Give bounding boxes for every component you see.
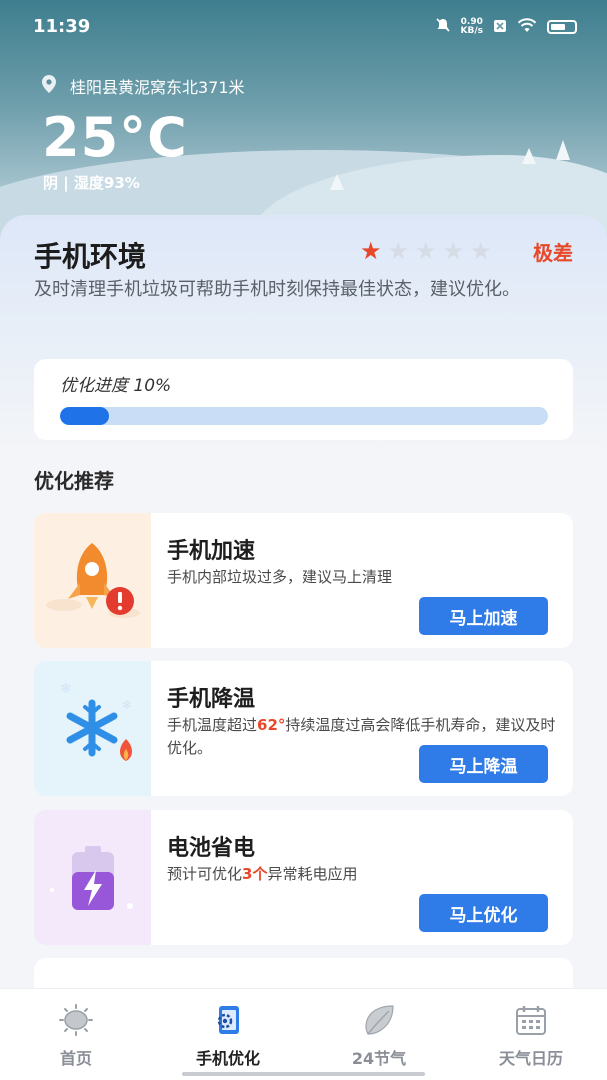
home-indicator[interactable] (182, 1072, 425, 1076)
card-battery[interactable]: 电池省电 预计可优化3个异常耗电应用 马上优化 (34, 810, 573, 945)
star-icon: ★ (360, 237, 382, 265)
nav-item-home[interactable]: 首页 (21, 1003, 131, 1069)
nav-label: 24节气 (351, 1049, 407, 1068)
battery-icon (547, 20, 577, 34)
location-text: 桂阳县黄泥窝东北371米 (70, 78, 245, 97)
nav-label: 首页 (59, 1049, 92, 1068)
card-desc-prefix: 预计可优化 (167, 865, 243, 883)
wifi-icon (517, 17, 537, 37)
rating-stars: ★ ★ ★ ★ ★ (360, 239, 492, 263)
card-speedup[interactable]: 手机加速 手机内部垃圾过多，建议马上清理 马上加速 (34, 513, 573, 648)
mute-icon (435, 17, 451, 37)
card-description: 预计可优化3个异常耗电应用 (167, 863, 557, 886)
progress-card: 优化进度 10% (34, 359, 573, 440)
card-title: 手机降温 (167, 687, 256, 712)
recommendations-title: 优化推荐 (34, 469, 114, 493)
star-icon: ★ (442, 237, 465, 265)
phone-optimize-icon (173, 1003, 283, 1037)
nav-label: 手机优化 (195, 1049, 260, 1068)
card-desc-prefix: 手机温度超过 (167, 716, 258, 734)
card-description: 手机内部垃圾过多，建议马上清理 (167, 568, 393, 586)
card-title: 电池省电 (167, 836, 256, 861)
progress-fill (60, 407, 109, 425)
status-bar: 11:39 0.90 KB/s (0, 0, 607, 52)
rocket-icon (34, 513, 151, 648)
cooling-button[interactable]: 马上降温 (419, 745, 548, 783)
snowflake-icon: ❄ ❄ (34, 661, 151, 796)
nav-item-solar-terms[interactable]: 24节气 (324, 1003, 434, 1069)
main-sheet: 手机环境 ★ ★ ★ ★ ★ 极差 及时清理手机垃圾可帮助手机时刻保持最佳状态，建议优化… (0, 215, 607, 998)
location-pin-icon (40, 74, 58, 98)
tree-decoration (556, 140, 570, 160)
temperature: 25°C (42, 106, 188, 169)
nav-item-weather-calendar[interactable]: 天气日历 (476, 1003, 586, 1069)
leaf-icon (324, 1003, 434, 1037)
speedup-button[interactable]: 马上加速 (419, 597, 548, 635)
calendar-icon (476, 1003, 586, 1037)
star-icon: ★ (387, 237, 410, 265)
nav-label: 天气日历 (498, 1049, 563, 1068)
progress-label: 优化进度 10% (60, 376, 172, 396)
battery-optimize-button[interactable]: 马上优化 (419, 894, 548, 932)
status-icons: 0.90 KB/s (435, 17, 577, 37)
tree-decoration (330, 174, 344, 190)
card-desc-highlight: 3个 (242, 865, 268, 883)
net-speed-unit: KB/s (460, 26, 483, 36)
bottom-nav: 首页 手机优化 24节气 天气日历 (0, 988, 607, 1080)
battery-charge-icon (34, 810, 151, 945)
status-time: 11:39 (33, 16, 91, 37)
svg-text:❄: ❄ (122, 698, 132, 712)
sun-icon (21, 1003, 131, 1037)
card-desc-highlight: 62° (257, 716, 286, 734)
tree-decoration (522, 148, 536, 164)
star-icon: ★ (470, 237, 492, 265)
svg-text:❄: ❄ (60, 681, 72, 697)
card-cooling[interactable]: ❄ ❄ 手机降温 手机温度超过62°持续温度过高会降低手机寿命，建议及时优化。 … (34, 661, 573, 796)
card-desc-suffix: 异常耗电应用 (267, 865, 358, 883)
location-row[interactable]: 桂阳县黄泥窝东北371米 (40, 74, 245, 98)
rating-label: 极差 (533, 241, 573, 265)
card-title: 手机加速 (167, 539, 256, 564)
environment-title: 手机环境 (34, 240, 147, 273)
sim-off-icon (493, 18, 507, 37)
star-icon: ★ (415, 237, 437, 265)
nav-item-phone-optimize[interactable]: 手机优化 (173, 1003, 283, 1069)
weather-description: 阴 | 湿度93% (43, 174, 140, 192)
environment-description: 及时清理手机垃圾可帮助手机时刻保持最佳状态，建议优化。 (34, 279, 520, 300)
net-speed: 0.90 KB/s (461, 18, 483, 36)
progress-bar (60, 407, 548, 425)
